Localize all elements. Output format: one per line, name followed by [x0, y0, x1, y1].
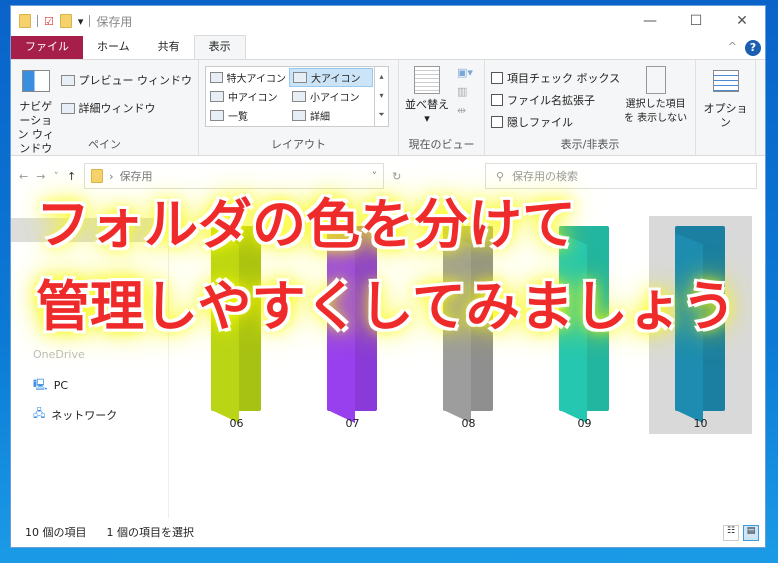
preview-pane-button[interactable]: プレビュー ウィンドウ [60, 70, 192, 90]
tab-share[interactable]: 共有 [144, 36, 194, 59]
layout-details[interactable]: 詳細 [289, 106, 373, 125]
layout-medium-icons[interactable]: 中アイコン [207, 87, 289, 106]
headline-line2: 管理しやすくしてみましょう [36, 275, 736, 338]
back-icon[interactable]: ← [19, 170, 28, 183]
hide-selected-icon [645, 66, 666, 94]
sort-icon [414, 66, 440, 94]
large-icons-view-button[interactable]: ▤ [743, 525, 759, 541]
search-icon: ⚲ [496, 169, 505, 183]
details-view-button[interactable]: ☷ [723, 525, 739, 541]
address-bar[interactable]: › 保存用 ˅ [84, 163, 385, 189]
ribbon-tabs: ファイル ホーム 共有 表示 ^ ? [11, 35, 765, 60]
pane-group: ナビゲーション ウィンドウ プレビュー ウィンドウ 詳細ウィンドウ ペイン [11, 60, 199, 156]
close-button[interactable]: ✕ [719, 6, 765, 36]
pc-icon: 🖳 [33, 378, 48, 391]
layout-small-icons[interactable]: 小アイコン [289, 87, 373, 106]
tab-view[interactable]: 表示 [193, 35, 246, 59]
refresh-icon[interactable]: ↻ [392, 170, 401, 183]
customize-qat-icon[interactable]: ▾ [78, 15, 84, 28]
folder-name: 06 [229, 417, 244, 430]
properties-icon[interactable]: ☑ [44, 15, 54, 28]
folder-name: 10 [693, 417, 708, 430]
collapse-ribbon-icon[interactable]: ^ [728, 40, 737, 53]
tab-home[interactable]: ホーム [83, 36, 144, 59]
ribbon: ナビゲーション ウィンドウ プレビュー ウィンドウ 詳細ウィンドウ ペイン 特大… [11, 60, 765, 156]
item-checkboxes-toggle[interactable]: 項目チェック ボックス [491, 68, 620, 88]
file-extensions-toggle[interactable]: ファイル名拡張子 [491, 90, 620, 110]
details-pane-button[interactable]: 詳細ウィンドウ [60, 98, 193, 118]
details-pane-icon [60, 102, 75, 114]
forward-icon[interactable]: → [36, 170, 45, 183]
sidebar-item-onedrive[interactable]: OneDrive [33, 348, 85, 361]
navigation-pane-icon [21, 70, 50, 92]
size-columns-icon[interactable]: ⇹ [457, 104, 473, 117]
layout-extra-large-icons[interactable]: 特大アイコン [207, 68, 289, 87]
options-group: オプション [696, 60, 756, 156]
minimize-button[interactable]: — [627, 6, 673, 36]
layout-group-label: レイアウト [271, 138, 326, 151]
preview-pane-icon [60, 74, 75, 86]
layout-list[interactable]: 一覧 [207, 106, 289, 125]
status-bar: 10 個の項目 1 個の項目を選択 ☷ ▤ [11, 517, 765, 547]
layout-group: 特大アイコン 大アイコン 中アイコン 小アイコン 一覧 詳細 ▴ ▾ ⏷ レイアウト [199, 60, 399, 156]
options-icon [712, 70, 739, 92]
tab-file[interactable]: ファイル [11, 36, 83, 59]
title-bar: ☑ ▾ 保存用 — ☐ ✕ [11, 6, 765, 36]
add-columns-icon[interactable]: ▥ [457, 85, 473, 98]
layout-gallery: 特大アイコン 大アイコン 中アイコン 小アイコン 一覧 詳細 [205, 66, 375, 127]
folder-name: 07 [345, 417, 360, 430]
sidebar-item-network[interactable]: 🖧 ネットワーク [33, 405, 117, 424]
window-title: 保存用 [96, 14, 133, 29]
layout-large-icons[interactable]: 大アイコン [289, 68, 373, 87]
show-hide-label: 表示/非表示 [560, 138, 620, 151]
options-button[interactable]: オプション [702, 66, 749, 130]
up-icon[interactable]: ↑ [67, 170, 76, 183]
folder-name: 08 [461, 417, 476, 430]
current-view-label: 現在のビュー [408, 138, 475, 151]
new-folder-icon[interactable] [59, 14, 72, 28]
folder-name: 09 [577, 417, 592, 430]
network-icon: 🖧 [33, 407, 46, 420]
search-input[interactable]: ⚲ 保存用の検索 [485, 163, 757, 189]
headline-line1: フォルダの色を分けて [36, 193, 576, 256]
current-view-group: 並べ替え ▾ ▣▾ ▥ ⇹ 現在のビュー [399, 60, 485, 156]
pane-group-label: ペイン [88, 138, 121, 151]
sidebar-item-pc[interactable]: 🖳 PC [33, 376, 68, 395]
show-hide-group: 項目チェック ボックス ファイル名拡張子 隠しファイル 選択した項目を 表示しな… [485, 60, 696, 156]
maximize-button[interactable]: ☐ [673, 6, 719, 36]
hidden-items-toggle[interactable]: 隠しファイル [491, 112, 620, 132]
sort-button[interactable]: 並べ替え ▾ [405, 66, 449, 126]
selection-count: 1 個の項目を選択 [106, 526, 195, 539]
recent-icon[interactable]: ˅ [53, 170, 59, 183]
gallery-scroll[interactable]: ▴ ▾ ⏷ [375, 66, 389, 127]
hide-selected-button[interactable]: 選択した項目を 表示しない [622, 66, 689, 132]
help-icon[interactable]: ? [745, 40, 761, 56]
item-count: 10 個の項目 [25, 526, 87, 539]
folder-icon [19, 14, 31, 28]
group-by-icon[interactable]: ▣▾ [457, 66, 473, 79]
